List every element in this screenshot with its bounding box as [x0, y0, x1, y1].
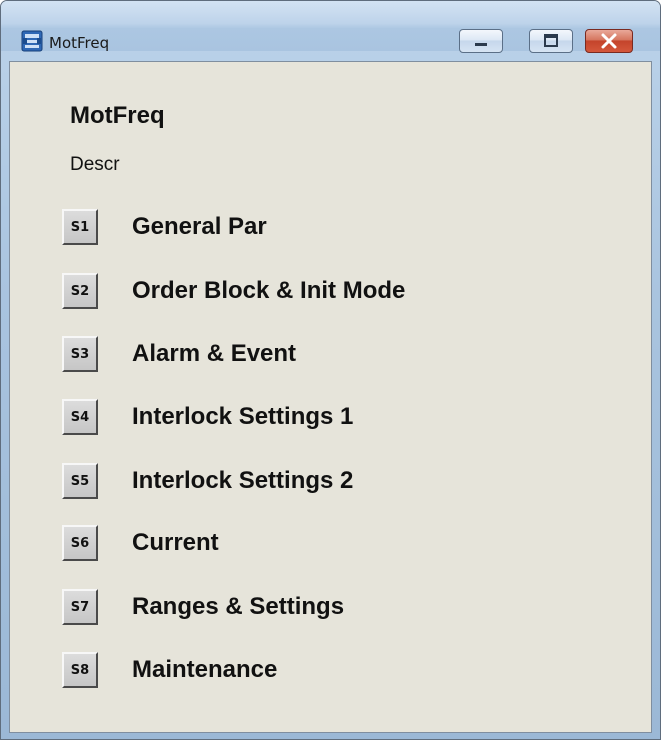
s2-button[interactable]: S2 [62, 273, 98, 309]
close-button[interactable] [585, 29, 633, 53]
page-description: Descr [70, 154, 120, 175]
motfreq-window: MotFreq MotFreq Descr S1 General Par S2 [0, 0, 661, 740]
menu-item-label[interactable]: Ranges & Settings [132, 589, 344, 625]
menu-item-label[interactable]: Interlock Settings 2 [132, 463, 353, 499]
content-panel: MotFreq Descr S1 General Par S2 Order Bl… [9, 61, 652, 733]
menu-item-label[interactable]: Maintenance [132, 652, 277, 688]
menu-item-label[interactable]: General Par [132, 209, 267, 245]
s6-button[interactable]: S6 [62, 525, 98, 561]
menu-item-label[interactable]: Alarm & Event [132, 336, 296, 372]
minimize-button[interactable] [459, 29, 503, 53]
s4-button[interactable]: S4 [62, 399, 98, 435]
title-bar[interactable]: MotFreq [1, 1, 660, 53]
menu-item-label[interactable]: Interlock Settings 1 [132, 399, 353, 435]
maximize-button[interactable] [529, 29, 573, 53]
maximize-icon [544, 34, 558, 47]
close-icon [601, 33, 617, 49]
s7-button[interactable]: S7 [62, 589, 98, 625]
menu-item-label[interactable]: Current [132, 525, 219, 561]
s8-button[interactable]: S8 [62, 652, 98, 688]
s5-button[interactable]: S5 [62, 463, 98, 499]
app-icon [21, 30, 43, 52]
window-title: MotFreq [49, 34, 110, 52]
page-title: MotFreq [70, 102, 165, 129]
minimize-icon [475, 43, 487, 46]
s1-button[interactable]: S1 [62, 209, 98, 245]
s3-button[interactable]: S3 [62, 336, 98, 372]
menu-item-label[interactable]: Order Block & Init Mode [132, 273, 405, 309]
